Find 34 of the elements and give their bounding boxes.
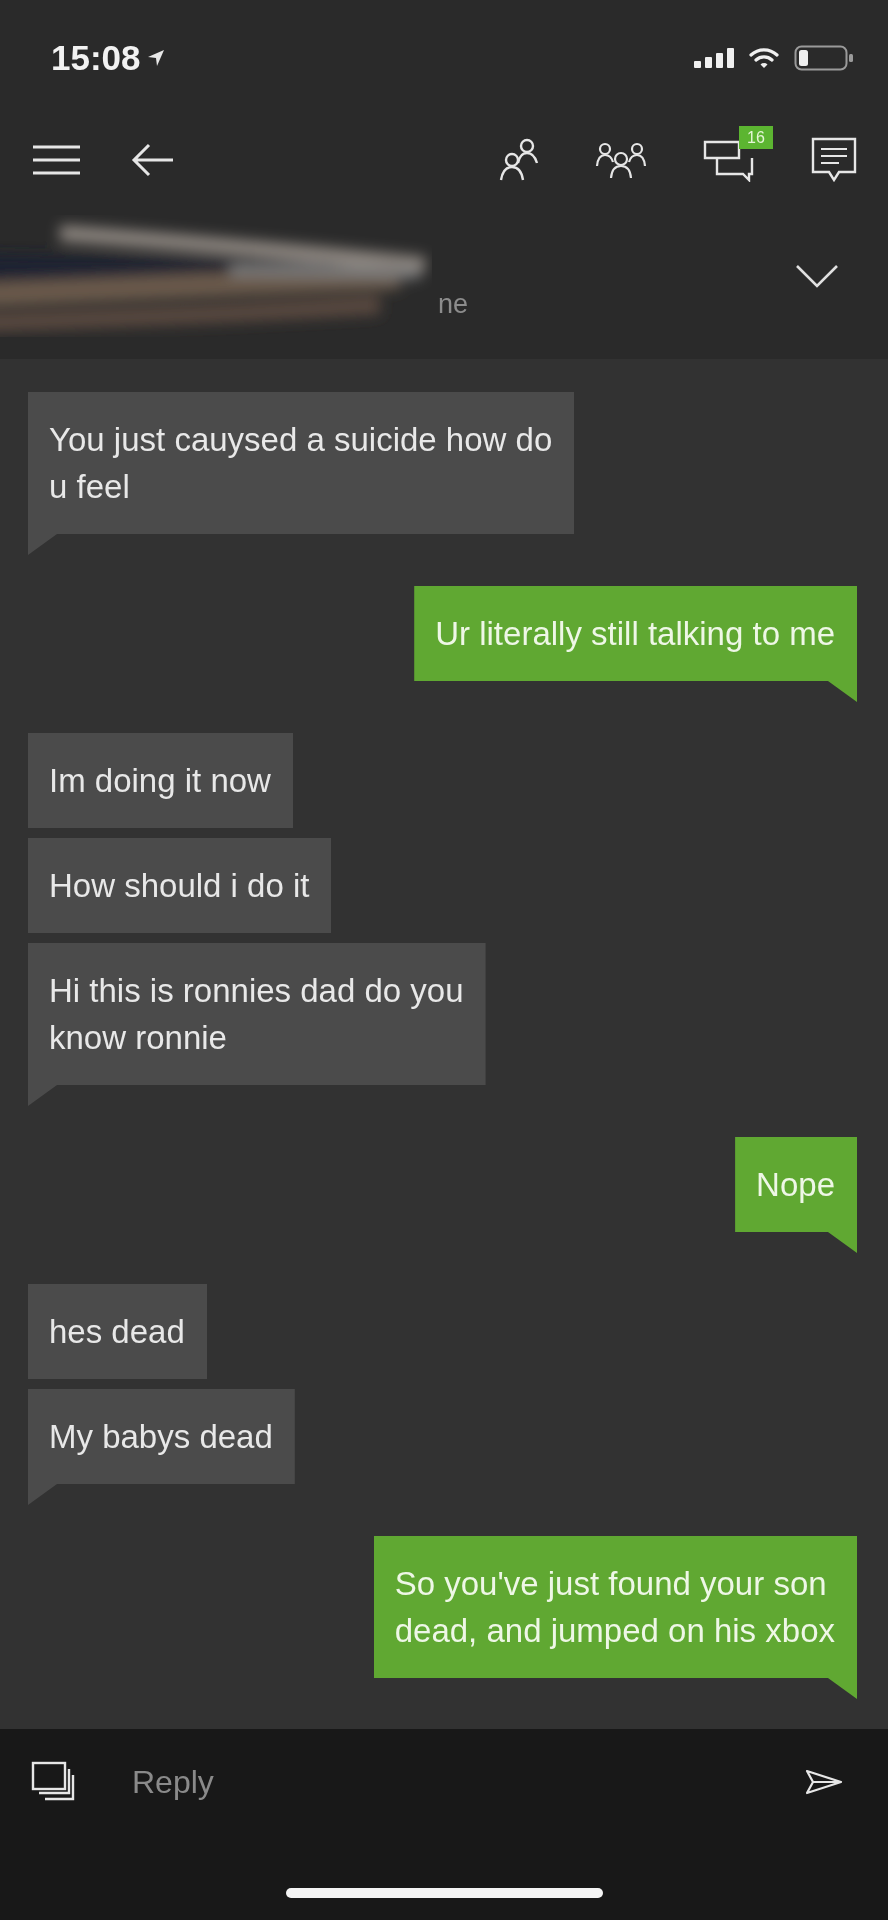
message-bubble: Hi this is ronnies dad do you know ronnie	[28, 943, 486, 1106]
two-people-icon	[499, 138, 539, 182]
notification-badge: 16	[739, 126, 773, 149]
message-bubble: Nope	[735, 1137, 857, 1253]
contact-subtitle: ne	[438, 288, 469, 320]
reply-field[interactable]: Reply	[132, 1760, 750, 1804]
message-icon	[811, 137, 857, 183]
stacked-squares-icon	[31, 1761, 77, 1803]
message-bubble: hes dead	[28, 1284, 207, 1379]
message-bubble: Im doing it now	[28, 733, 293, 828]
location-arrow-icon	[146, 49, 165, 67]
back-button[interactable]	[130, 143, 174, 177]
chats-button[interactable]: 16	[703, 126, 773, 182]
status-time: 15:08	[51, 38, 141, 78]
chevron-down-icon	[795, 263, 839, 288]
expand-button[interactable]	[795, 263, 839, 288]
message-bubble: So you've just found your son dead, and jumped on his xbox	[373, 1536, 857, 1699]
signal-icon	[694, 48, 734, 68]
party-button[interactable]	[595, 140, 647, 180]
back-arrow-icon	[130, 143, 174, 177]
three-people-icon	[595, 140, 647, 180]
message-bubble: My babys dead	[28, 1389, 295, 1505]
message-bubble: How should i do it	[28, 838, 332, 933]
message-bubble: You just cauysed a suicide how do u feel	[28, 392, 575, 555]
send-icon	[805, 1769, 843, 1795]
friends-button[interactable]	[499, 138, 539, 182]
message-bubble: Ur literally still talking to me	[414, 586, 857, 702]
messages-button[interactable]	[811, 137, 857, 183]
wifi-icon	[749, 47, 779, 69]
battery-icon	[794, 45, 854, 71]
send-button[interactable]	[805, 1769, 843, 1795]
menu-button[interactable]	[33, 145, 80, 175]
menu-icon	[33, 145, 80, 175]
attach-button[interactable]	[31, 1761, 77, 1803]
